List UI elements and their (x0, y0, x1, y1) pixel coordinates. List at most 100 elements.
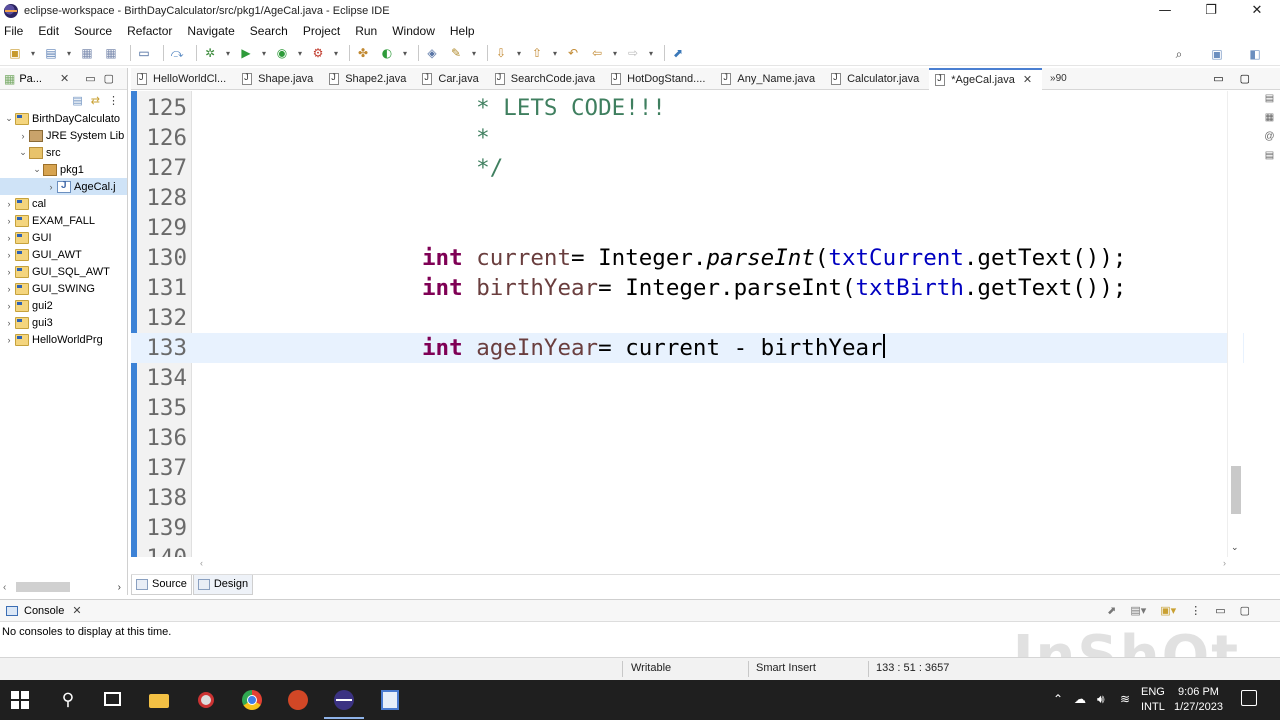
javadoc-icon[interactable]: ▤ (1265, 150, 1274, 161)
coverage-icon[interactable]: ◉ (273, 44, 291, 62)
code-line[interactable]: 134 (131, 363, 1244, 393)
menu-refactor[interactable]: Refactor (127, 24, 172, 38)
debug-dropdown-icon[interactable]: ▾ (225, 44, 231, 62)
editor-tab[interactable]: SearchCode.java (489, 68, 605, 90)
outline-icon[interactable]: ▤ (1265, 93, 1274, 104)
collapsed-arrow-icon[interactable]: › (4, 233, 14, 243)
code-line[interactable]: 132 (131, 303, 1244, 333)
run-dropdown-icon[interactable]: ▾ (261, 44, 267, 62)
source-tab[interactable]: Source (131, 574, 192, 595)
editor-tab[interactable]: *AgeCal.java ✕ (929, 67, 1043, 90)
console-tab[interactable]: Console ✕ ⬈ ▤▾ ▣▾ ⋮ ▭ ▢ (0, 600, 1280, 622)
code-line[interactable]: 125 * LETS CODE!!! (131, 93, 1244, 123)
scroll-left-icon[interactable]: ‹ (200, 558, 203, 568)
eclipse-taskbar-icon[interactable] (324, 688, 364, 719)
system-clock[interactable]: 9:06 PM 1/27/2023 (1174, 685, 1223, 715)
minimize-button[interactable]: — (1142, 0, 1188, 21)
tree-item[interactable]: › EXAM_FALL (0, 212, 127, 229)
maximize-view-icon[interactable]: ▢ (1240, 604, 1250, 617)
menu-help[interactable]: Help (450, 24, 475, 38)
editor-horizontal-scrollbar[interactable]: ‹ › (196, 557, 1244, 571)
tree-item[interactable]: › gui2 (0, 297, 127, 314)
collapsed-arrow-icon[interactable]: › (4, 199, 14, 209)
display-console-icon[interactable]: ▤▾ (1130, 604, 1146, 617)
collapsed-arrow-icon[interactable]: › (18, 131, 28, 141)
minimize-view-icon[interactable]: ▭ (85, 72, 95, 85)
menu-project[interactable]: Project (303, 24, 340, 38)
next-annotation-dropdown-icon[interactable]: ▾ (516, 44, 522, 62)
collapsed-arrow-icon[interactable]: › (4, 318, 14, 328)
new-java-class-icon[interactable]: ◐ (378, 44, 396, 62)
scroll-right-icon[interactable]: › (1223, 558, 1226, 568)
close-icon[interactable]: ✕ (60, 72, 69, 85)
tree-item[interactable]: › GUI_SWING (0, 280, 127, 297)
close-icon[interactable]: ✕ (72, 604, 81, 617)
taskbar-search-icon[interactable]: ⚲ (56, 688, 80, 712)
tree-item[interactable]: ⌄ pkg1 (0, 161, 127, 178)
code-line[interactable]: 129 (131, 213, 1244, 243)
forward-icon[interactable]: ⇨ (624, 44, 642, 62)
maximize-view-icon[interactable]: ▢ (104, 72, 114, 85)
external-tools-dropdown-icon[interactable]: ▾ (333, 44, 339, 62)
expanded-arrow-icon[interactable]: ⌄ (18, 147, 28, 158)
next-annotation-icon[interactable]: ⇩ (492, 44, 510, 62)
tree-item[interactable]: › HelloWorldPrg (0, 331, 127, 348)
menu-edit[interactable]: Edit (38, 24, 59, 38)
wifi-icon[interactable]: ≋ (1120, 692, 1130, 706)
terminal-icon[interactable]: ▭ (135, 44, 153, 62)
menu-navigate[interactable]: Navigate (187, 24, 234, 38)
skip-breakpoints-icon[interactable]: ⤼ (168, 44, 186, 62)
open-type-hierarchy-icon[interactable]: ◈ (423, 44, 441, 62)
restore-button[interactable]: ❐ (1188, 0, 1234, 21)
notepad-icon[interactable] (378, 688, 402, 712)
minimize-editor-icon[interactable]: ▭ (1213, 72, 1223, 85)
tree-item[interactable]: ⌄ src (0, 144, 127, 161)
powerpoint-icon[interactable] (286, 688, 310, 712)
back-icon[interactable]: ⇦ (588, 44, 606, 62)
expanded-arrow-icon[interactable]: ⌄ (32, 164, 42, 175)
menu-source[interactable]: Source (74, 24, 112, 38)
collapsed-arrow-icon[interactable]: › (4, 250, 14, 260)
view-menu-icon[interactable]: ⋮ (108, 94, 119, 107)
external-tools-icon[interactable]: ⚙ (309, 44, 327, 62)
collapse-all-icon[interactable]: ▤ (72, 94, 82, 107)
search-icon[interactable]: ⌕ (1170, 45, 1188, 63)
close-button[interactable]: ✕ (1234, 0, 1280, 21)
tree-item[interactable]: › AgeCal.j (0, 178, 127, 195)
code-line[interactable]: 128 (131, 183, 1244, 213)
menu-file[interactable]: File (4, 24, 23, 38)
open-type-icon[interactable]: ▤ (42, 44, 60, 62)
coverage-dropdown-icon[interactable]: ▾ (297, 44, 303, 62)
editor-vertical-scrollbar[interactable]: ⌄ (1227, 91, 1243, 557)
onedrive-icon[interactable]: ☁ (1074, 692, 1086, 706)
debug-icon[interactable]: ✲ (201, 44, 219, 62)
run-icon[interactable]: ▶ (237, 44, 255, 62)
search-dropdown-icon[interactable]: ▾ (471, 44, 477, 62)
tree-item[interactable]: › gui3 (0, 314, 127, 331)
show-hidden-icons-icon[interactable]: ⌃ (1053, 692, 1063, 706)
editor-tab[interactable]: Shape.java (236, 68, 323, 90)
minimize-view-icon[interactable]: ▭ (1215, 604, 1225, 617)
at-icon[interactable]: @ (1264, 131, 1274, 142)
scroll-left-icon[interactable]: ‹ (3, 582, 6, 593)
more-tabs-button[interactable]: »90 (1050, 73, 1067, 84)
design-tab[interactable]: Design (192, 574, 254, 595)
editor-tab[interactable]: Car.java (416, 68, 488, 90)
code-line[interactable]: 127 */ (131, 153, 1244, 183)
editor-tab[interactable]: HotDogStand.... (605, 68, 715, 90)
code-line[interactable]: 140 (131, 543, 1244, 557)
editor-tab[interactable]: Any_Name.java (715, 68, 825, 90)
code-line[interactable]: 131 int birthYear= Integer.parseInt(txtBi… (131, 273, 1244, 303)
java-perspective-icon[interactable]: ◧ (1246, 45, 1264, 63)
task-view-icon[interactable] (101, 688, 125, 712)
scroll-right-icon[interactable]: › (118, 582, 121, 593)
code-line[interactable]: 139 (131, 513, 1244, 543)
maximize-editor-icon[interactable]: ▢ (1240, 72, 1250, 85)
collapsed-arrow-icon[interactable]: › (4, 335, 14, 345)
editor-tab[interactable]: Shape2.java (323, 68, 416, 90)
tree-item[interactable]: › GUI_SQL_AWT (0, 263, 127, 280)
pin-console-icon[interactable]: ⬈ (1107, 604, 1116, 617)
open-dropdown-icon[interactable]: ▾ (66, 44, 72, 62)
save-icon[interactable]: ▦ (78, 44, 96, 62)
code-line[interactable]: 130 int current= Integer.parseInt(txtCurr… (131, 243, 1244, 273)
